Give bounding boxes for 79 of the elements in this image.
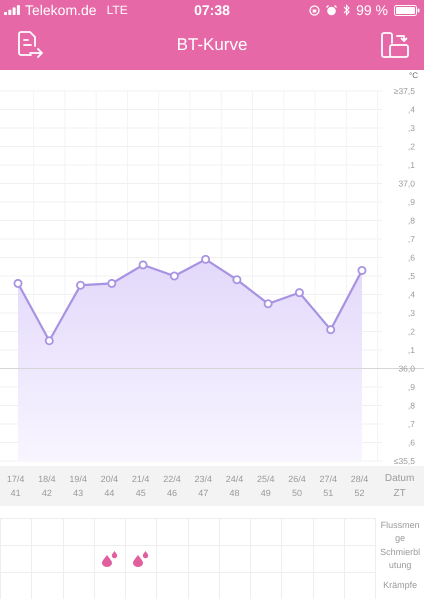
cycle-day-label: 43 [73,488,84,498]
axis-label: ,3 [408,123,415,133]
axis-label: ,3 [408,308,415,318]
grid-cell[interactable] [94,545,126,572]
axis-label: ,8 [408,400,415,410]
date-label: 20/4 [100,474,118,484]
drops-icon [100,551,119,567]
axis-label: ,6 [408,252,415,262]
cycle-day-label: 42 [42,488,52,498]
lock-rotation-icon [309,4,320,16]
point [357,266,366,275]
axis-label: ≥37,5 [394,86,415,96]
axis-label: ,2 [408,326,415,336]
battery-icon [394,4,420,16]
rotate-screen-icon[interactable] [380,31,410,59]
unit-label: °C [409,71,418,80]
symptom-label: Flussmenge [380,519,421,544]
point [201,254,210,264]
signal-icon [4,5,21,15]
symptom-label: Schmierblutung [379,546,422,571]
cycle-day-label: 51 [323,488,334,498]
row-heading: ZT [393,488,406,499]
drops-icon [132,551,150,567]
cycle-day-label: 48 [229,488,240,498]
axis-label: 36,0 [398,364,415,374]
cycle-day-label: 49 [260,488,271,498]
axis-label: ,4 [408,104,415,114]
date-label: 19/4 [69,474,87,484]
point [107,278,116,288]
battery-percent: 99 % [356,2,388,18]
cycle-day-label: 47 [198,488,208,498]
axis-label: ,1 [408,160,415,170]
point [44,336,54,346]
date-label: 17/4 [6,474,24,484]
point [76,280,86,290]
axis-label: ,1 [408,345,415,355]
axis-label: ,2 [408,142,415,152]
point [264,299,273,308]
cycle-day-label: 46 [166,488,177,498]
cycle-day-label: 50 [292,488,302,498]
axis-label: ,9 [408,382,415,392]
date-label: 26/4 [288,474,306,484]
date-label: 24/4 [226,474,244,484]
network-type: LTE [106,3,128,17]
clock-time: 07:38 [194,2,230,18]
point [170,272,179,280]
axis-label: ,4 [408,290,415,300]
date-label: 21/4 [132,474,150,484]
cycle-day-label: 41 [10,488,21,498]
symptom-label: Krämpfe [383,579,418,592]
date-label: 18/4 [38,474,56,484]
carrier-name: Telekom.de [25,2,97,18]
point [138,260,148,270]
date-label: 28/4 [350,474,368,484]
screen-title: BT-Kurve [176,35,248,55]
grid-cell[interactable] [125,545,156,572]
export-document-icon[interactable] [16,30,44,60]
axis-label: 37,0 [398,178,415,188]
point [326,325,336,334]
axis-label: ≤35,5 [394,456,415,466]
cycle-day-label: 52 [354,488,365,498]
cycle-day-label: 44 [104,488,114,498]
axis-label: ,8 [408,216,415,226]
axis-label: ,5 [408,271,415,281]
axis-label: ,7 [408,419,415,429]
bluetooth-icon [343,4,350,16]
point [232,275,242,284]
date-label: 27/4 [320,474,338,484]
axis-label: ,6 [408,438,415,448]
alarm-icon [326,4,338,16]
point [14,278,22,288]
point [294,288,304,298]
date-label: 25/4 [256,474,275,484]
date-label: 23/4 [194,474,212,484]
row-heading: Datum [384,473,414,484]
axis-label: ,7 [408,234,415,244]
cycle-day-label: 45 [136,488,146,498]
axis-label: ,9 [408,197,415,207]
date-label: 22/4 [163,474,181,484]
